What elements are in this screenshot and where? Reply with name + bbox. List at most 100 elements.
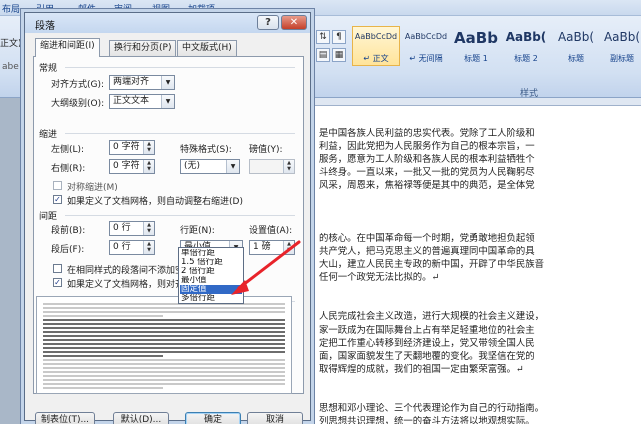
tab-indents-spacing[interactable]: 缩进和间距(I) xyxy=(35,38,100,57)
style-heading-1[interactable]: AaBb 标题 1 xyxy=(452,26,500,66)
style-sample: AaBbCcDd xyxy=(404,32,448,41)
style-label: ↵ 正文 xyxy=(363,54,389,63)
auto-adjust-indent-checkbox[interactable]: ✓ xyxy=(53,195,62,204)
spacing-before-spinner[interactable]: 0 行 ▲ ▼ xyxy=(109,221,155,236)
indent-left-spinner[interactable]: 0 字符 ▲ ▼ xyxy=(109,140,155,155)
styles-gallery: AaBbCcDd ↵ 正文 AaBbCcDd ↵ 无间隔 AaBb 标题 1 A… xyxy=(352,26,641,74)
outline-level-select[interactable]: 正文文本 ▼ xyxy=(109,94,175,109)
dialog-title: 段落 xyxy=(35,21,55,32)
font-name-fragment[interactable]: 正文) xyxy=(0,36,22,49)
style-normal[interactable]: AaBbCcDd ↵ 正文 xyxy=(352,26,400,66)
style-heading-2[interactable]: AaBb( 标题 2 xyxy=(502,26,550,66)
section-divider xyxy=(65,67,295,68)
indent-by-label: 磅值(Y): xyxy=(249,145,283,155)
document-line: 大山，建立人民民主专政的新中国，开辟了中华民族音 xyxy=(319,259,545,270)
cancel-button[interactable]: 取消 xyxy=(247,412,303,424)
line-spacing-label: 行距(N): xyxy=(180,226,215,236)
indent-by-spinner[interactable]: ▲ ▼ xyxy=(249,159,295,174)
preview-line xyxy=(43,315,163,317)
style-subtitle[interactable]: AaBb( 副标题 xyxy=(602,26,641,66)
spinner-arrows-icon[interactable]: ▲▼ xyxy=(143,222,154,235)
style-title[interactable]: AaBb( 标题 xyxy=(552,26,600,66)
document-line: 是中国各族人民利益的忠实代表。党除了工人阶级和 xyxy=(319,128,535,139)
preview-line xyxy=(43,363,285,365)
mirror-indents-checkbox[interactable] xyxy=(53,181,62,190)
shading-icon[interactable]: ▤ xyxy=(316,48,330,62)
document-line: 面，国家面貌发生了天翻地覆的变化。我坚信在党的 xyxy=(319,350,535,362)
show-marks-icon[interactable]: ¶ xyxy=(332,30,346,44)
close-button[interactable]: ✕ xyxy=(281,15,307,30)
indent-left-label: 左侧(L): xyxy=(51,145,85,155)
help-button[interactable]: ? xyxy=(257,15,279,30)
strikethrough-fragment[interactable]: abe xyxy=(2,62,19,72)
document-page[interactable]: 是中国各族人民利益的忠实代表。党除了工人阶级和 利益，因此党把为人民服务作为自己的… xyxy=(310,106,641,424)
style-sample: AaBb( xyxy=(505,30,547,44)
special-indent-value: (无) xyxy=(184,161,201,171)
special-indent-select[interactable]: (无) ▼ xyxy=(180,159,240,174)
spacing-before-label: 段前(B): xyxy=(51,226,86,236)
section-indent-title: 缩进 xyxy=(39,130,58,140)
style-sample: AaBb xyxy=(454,29,498,47)
chevron-down-icon[interactable]: ▼ xyxy=(226,160,239,173)
ribbon-tab-layout[interactable]: 布局 xyxy=(2,2,20,15)
horizontal-ruler[interactable] xyxy=(306,98,641,106)
indent-right-spinner[interactable]: 0 字符 ▲ ▼ xyxy=(109,159,155,174)
preview-line xyxy=(43,375,285,377)
section-spacing-title: 间距 xyxy=(39,212,58,222)
tab-asian-typography[interactable]: 中文版式(H) xyxy=(177,40,237,56)
dialog-titlebar[interactable]: 段落 ? ✕ xyxy=(25,13,310,33)
border-icon[interactable]: ▦ xyxy=(332,48,346,62)
preview-line xyxy=(43,359,285,361)
annotation-arrow-icon xyxy=(231,240,301,295)
no-space-same-style-checkbox[interactable] xyxy=(53,264,62,273)
paragraph-preview xyxy=(36,296,292,394)
set-default-button[interactable]: 默认(D)... xyxy=(113,412,169,424)
alignment-select[interactable]: 两端对齐 ▼ xyxy=(109,75,175,90)
spacing-after-spinner[interactable]: 0 行 ▲ ▼ xyxy=(109,240,155,255)
ok-button[interactable]: 确定 xyxy=(185,412,241,424)
chevron-down-icon[interactable]: ▼ xyxy=(161,95,174,108)
spacing-after-value: 0 行 xyxy=(113,242,131,252)
tabs-button[interactable]: 制表位(T)... xyxy=(35,412,95,424)
document-line: 家一跃成为在国际舞台上占有举足轻重地位的社会主 xyxy=(319,324,535,336)
preview-line xyxy=(43,323,285,325)
alignment-label: 对齐方式(G): xyxy=(51,80,105,90)
indent-right-value: 0 字符 xyxy=(113,161,140,171)
preview-line xyxy=(43,331,285,333)
style-label: 副标题 xyxy=(610,54,634,63)
mirror-indents-label: 对称缩进(M) xyxy=(67,183,118,193)
spinner-arrows-icon[interactable]: ▲▼ xyxy=(143,141,154,154)
outline-level-label: 大纲级别(O): xyxy=(51,99,105,109)
spinner-arrows-icon[interactable]: ▲▼ xyxy=(143,160,154,173)
style-label: 标题 1 xyxy=(464,54,488,63)
document-line: 列思想共识理想，统一的奋斗方法将以地观想实际。 xyxy=(319,416,535,424)
document-line: 利益，因此党把为人民服务作为自己的根本宗旨，一 xyxy=(319,141,535,153)
auto-adjust-indent-label: 如果定义了文档网格，则自动调整右缩进(D) xyxy=(67,197,243,207)
preview-line xyxy=(43,327,285,329)
preview-line xyxy=(43,307,285,309)
document-line: 思想和邓小理论、三个代表理论作为自己的行动指南。 xyxy=(319,403,545,415)
document-line: 取得辉煌的成就，我们的祖国一定由繁荣富强。↵ xyxy=(319,363,524,375)
style-label: 标题 2 xyxy=(514,54,538,63)
spacing-at-label: 设置值(A): xyxy=(249,226,293,236)
preview-line xyxy=(43,367,285,369)
preview-line xyxy=(43,351,285,353)
document-line: 风采，周恩来，焦裕禄等便是其中的典范，是全体党 xyxy=(319,180,535,192)
spacing-before-value: 0 行 xyxy=(113,223,131,233)
spinner-arrows-icon[interactable]: ▲▼ xyxy=(283,160,294,173)
section-general-title: 常规 xyxy=(39,64,58,74)
chevron-down-icon[interactable]: ▼ xyxy=(161,76,174,89)
special-indent-label: 特殊格式(S): xyxy=(180,145,232,155)
snap-to-grid-checkbox[interactable]: ✓ xyxy=(53,278,62,287)
document-line: 任何一个政党无法比拟的。↵ xyxy=(319,272,440,284)
spinner-arrows-icon[interactable]: ▲▼ xyxy=(143,241,154,254)
style-sample: AaBb( xyxy=(603,30,641,44)
style-sample: AaBb( xyxy=(557,30,595,44)
section-divider xyxy=(65,215,295,216)
tab-line-page-breaks[interactable]: 换行和分页(P) xyxy=(109,40,177,56)
sort-icon[interactable]: ⇅ xyxy=(316,30,330,44)
preview-line xyxy=(43,371,285,373)
document-line: 共产党人，把马克思主义的普遍真理同中国革命的具 xyxy=(319,245,535,257)
style-no-spacing[interactable]: AaBbCcDd ↵ 无间隔 xyxy=(402,26,450,66)
paragraph-mark-tools: ⇅ ¶ ▤ ▦ xyxy=(316,30,352,70)
